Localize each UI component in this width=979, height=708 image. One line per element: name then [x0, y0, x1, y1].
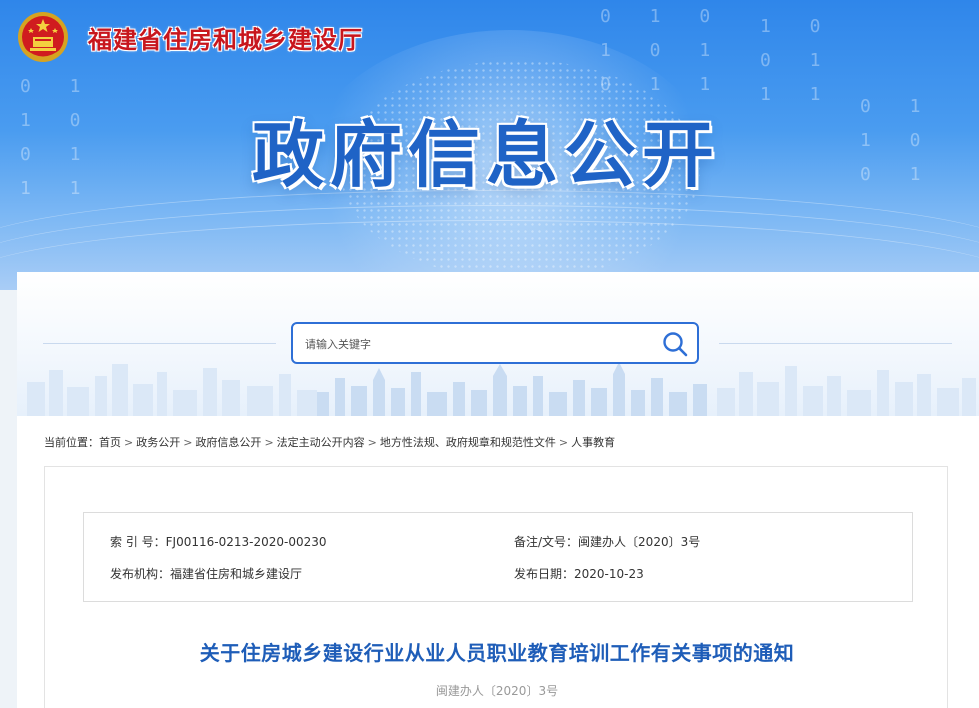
meta-index-value: FJ00116-0213-2020-00230 [165, 535, 327, 549]
breadcrumb-separator: > [558, 436, 569, 449]
search-bar [291, 322, 699, 364]
meta-date-value: 2020-10-23 [574, 567, 644, 581]
meta-org-label: 发布机构： [110, 567, 171, 581]
site-name[interactable]: 福建省住房和城乡建设厅 [88, 20, 363, 55]
banner-digits-decoration: 0 1 01 0 10 1 1 [600, 6, 725, 95]
meta-index-row: 索 引 号：FJ00116-0213-2020-00230 [110, 533, 327, 550]
meta-docno-value: 闽建办人〔2020〕3号 [578, 535, 701, 549]
meta-date-row: 发布日期：2020-10-23 [514, 565, 644, 582]
national-emblem-icon[interactable] [16, 10, 70, 64]
breadcrumb-separator: > [124, 436, 134, 449]
meta-org-row: 发布机构：福建省住房和城乡建设厅 [110, 565, 302, 582]
breadcrumb-item-info-disclosure[interactable]: 政府信息公开 [195, 436, 261, 449]
breadcrumb-item-statutory-content[interactable]: 法定主动公开内容 [277, 436, 365, 449]
breadcrumb-separator: > [264, 436, 274, 449]
meta-date-label: 发布日期： [514, 567, 575, 581]
breadcrumb-prefix: 当前位置： [44, 436, 99, 449]
search-input[interactable] [303, 332, 647, 356]
breadcrumb-separator: > [367, 436, 377, 449]
banner-digits-decoration: 1 00 11 1 [760, 16, 835, 105]
banner-digits-decoration: 0 11 00 11 1 [20, 76, 95, 199]
breadcrumb-item-personnel-education[interactable]: 人事教育 [571, 436, 615, 449]
document-card: 索 引 号：FJ00116-0213-2020-00230 备注/文号：闽建办人… [44, 466, 948, 708]
search-divider-right [719, 343, 952, 344]
meta-docno-label: 备注/文号： [514, 535, 579, 549]
search-icon[interactable] [661, 330, 689, 358]
breadcrumb-item-home[interactable]: 首页 [99, 436, 121, 449]
banner-digits-decoration: 0 11 00 1 [860, 96, 935, 185]
meta-index-label: 索 引 号： [110, 535, 166, 549]
main-panel: 当前位置：首页>政务公开>政府信息公开>法定主动公开内容>地方性法规、政府规章和… [17, 272, 979, 708]
breadcrumb-item-government-affairs[interactable]: 政务公开 [136, 436, 180, 449]
banner-title: 政府信息公开 [252, 113, 721, 197]
document-title: 关于住房城乡建设行业从业人员职业教育培训工作有关事项的通知 [199, 641, 795, 665]
header-banner: 0 1 01 0 10 1 1 1 00 11 1 0 11 00 11 1 0… [0, 0, 979, 290]
document-metadata: 索 引 号：FJ00116-0213-2020-00230 备注/文号：闽建办人… [83, 512, 913, 602]
breadcrumb-item-regulations[interactable]: 地方性法规、政府规章和规范性文件 [380, 436, 556, 449]
breadcrumb-separator: > [183, 436, 193, 449]
meta-docno-row: 备注/文号：闽建办人〔2020〕3号 [514, 533, 700, 550]
meta-org-value: 福建省住房和城乡建设厅 [170, 567, 303, 581]
search-divider-left [43, 343, 276, 344]
document-number: 闽建办人〔2020〕3号 [435, 684, 559, 698]
breadcrumb: 当前位置：首页 > 政务公开 > 政府信息公开 > 法定主动公开内容 > 地方性法规、政府规章和… [44, 434, 615, 450]
